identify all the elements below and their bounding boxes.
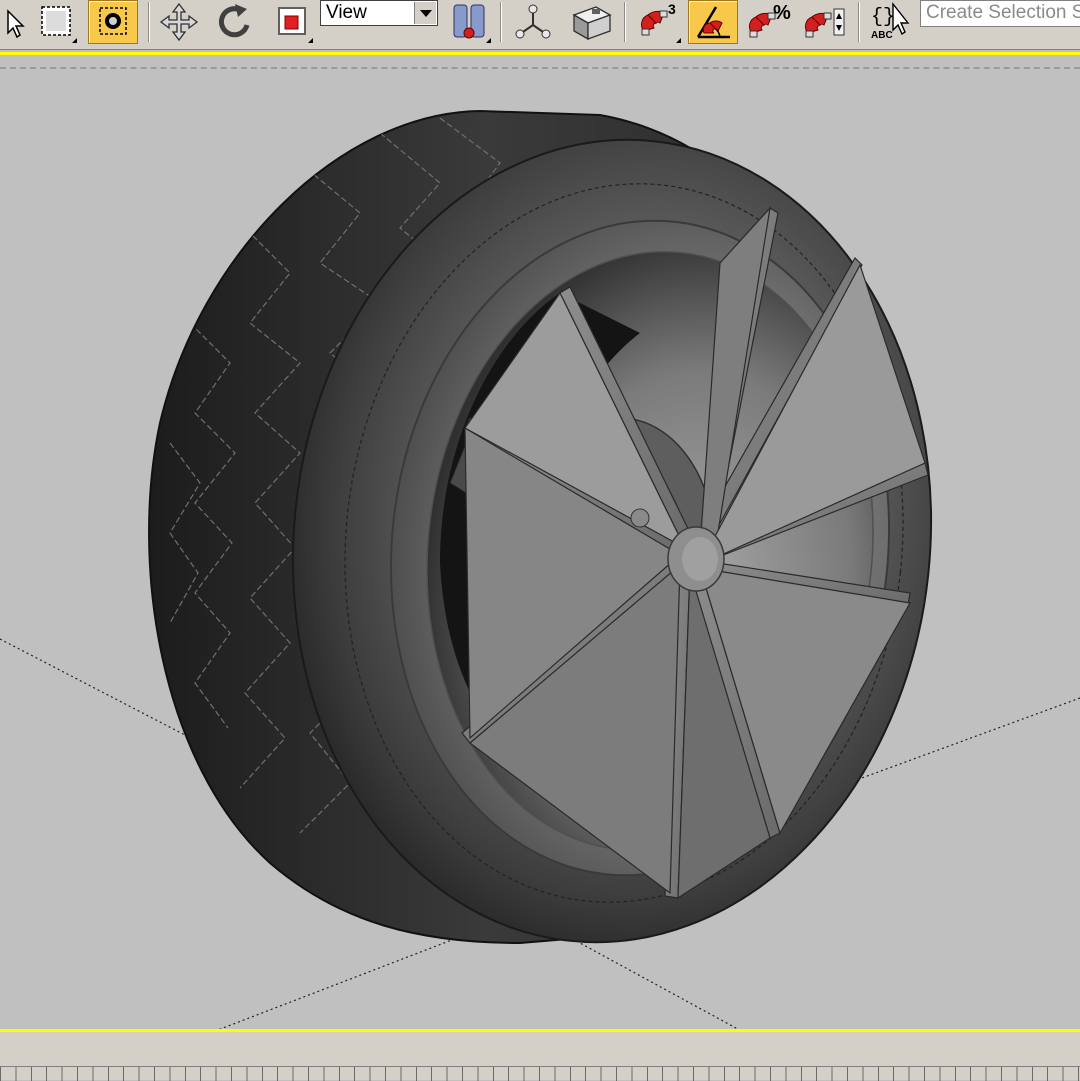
toolbar-separator [624,2,626,42]
percent-snap-toggle-button[interactable]: % [744,0,794,44]
time-slider-track-bar[interactable] [0,1032,1080,1081]
window-crossing-button[interactable] [88,0,138,44]
edit-named-selection-icon: {} ABC [871,1,910,41]
select-object-icon [7,9,25,39]
select-and-move-icon [159,2,199,42]
select-and-scale-button[interactable] [268,0,314,44]
use-pivot-point-center-icon [453,4,485,39]
svg-text:{}: {} [871,6,895,29]
track-bar-ruler[interactable] [0,1066,1080,1081]
percent-label: % [773,2,791,24]
edit-named-label: ABC [871,30,893,41]
rectangular-selection-region-button[interactable] [34,0,78,44]
viewport-scene[interactable] [0,55,1080,1029]
spinner-snap-toggle-icon [804,8,845,38]
lug-bolt [630,508,650,528]
wheel-model[interactable] [148,108,970,974]
percent-snap-toggle-icon: % [748,2,791,38]
named-selection-placeholder: Create Selection Se [926,2,1080,23]
select-object-button[interactable] [0,0,28,44]
toolbar-separator [858,2,860,42]
snaps-toggle-button[interactable]: 3 [632,0,682,44]
spinner-snap-toggle-button[interactable] [800,0,852,44]
named-selection-sets-input[interactable]: Create Selection Se [920,0,1080,27]
select-and-move-button[interactable] [156,0,202,44]
snaps-toggle-icon: 3 [640,1,676,36]
chevron-down-icon[interactable] [414,2,436,24]
angle-snap-toggle-button[interactable] [688,0,738,44]
edit-named-selection-button[interactable]: {} ABC [866,0,916,44]
use-pivot-point-center-button[interactable] [446,0,492,44]
select-and-manipulate-icon [515,4,551,39]
toolbar-separator [500,2,502,42]
select-and-manipulate-button[interactable] [510,0,556,44]
toolbar-separator [148,2,150,42]
main-toolbar: View 3 % {} ABC Create Selection Se [0,0,1080,50]
rectangular-selection-region-icon [41,6,71,36]
select-and-rotate-icon [218,4,250,38]
window-crossing-icon [99,7,127,35]
select-and-scale-icon [278,7,306,35]
snap-dimension-label: 3 [668,1,676,17]
center-cap-highlight [682,537,718,581]
perspective-viewport[interactable] [0,52,1080,1032]
angle-snap-toggle-icon [696,6,730,39]
select-and-rotate-button[interactable] [212,0,258,44]
reference-coordinate-value: View [326,2,367,23]
keyboard-shortcut-override-button[interactable] [566,0,618,44]
reference-coordinate-system-dropdown[interactable]: View [320,0,438,26]
keyboard-shortcut-override-icon [572,6,612,41]
